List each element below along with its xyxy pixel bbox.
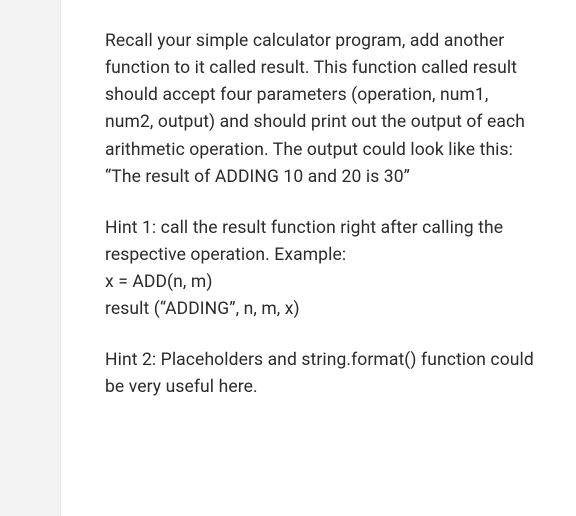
content-card: Recall your simple calculator program, a… [60,0,576,516]
intro-paragraph: Recall your simple calculator program, a… [105,28,536,191]
hint-1-paragraph: Hint 1: call the result function right a… [105,215,536,324]
page-background: Recall your simple calculator program, a… [0,0,576,516]
hint-2-paragraph: Hint 2: Placeholders and string.format()… [105,347,536,401]
